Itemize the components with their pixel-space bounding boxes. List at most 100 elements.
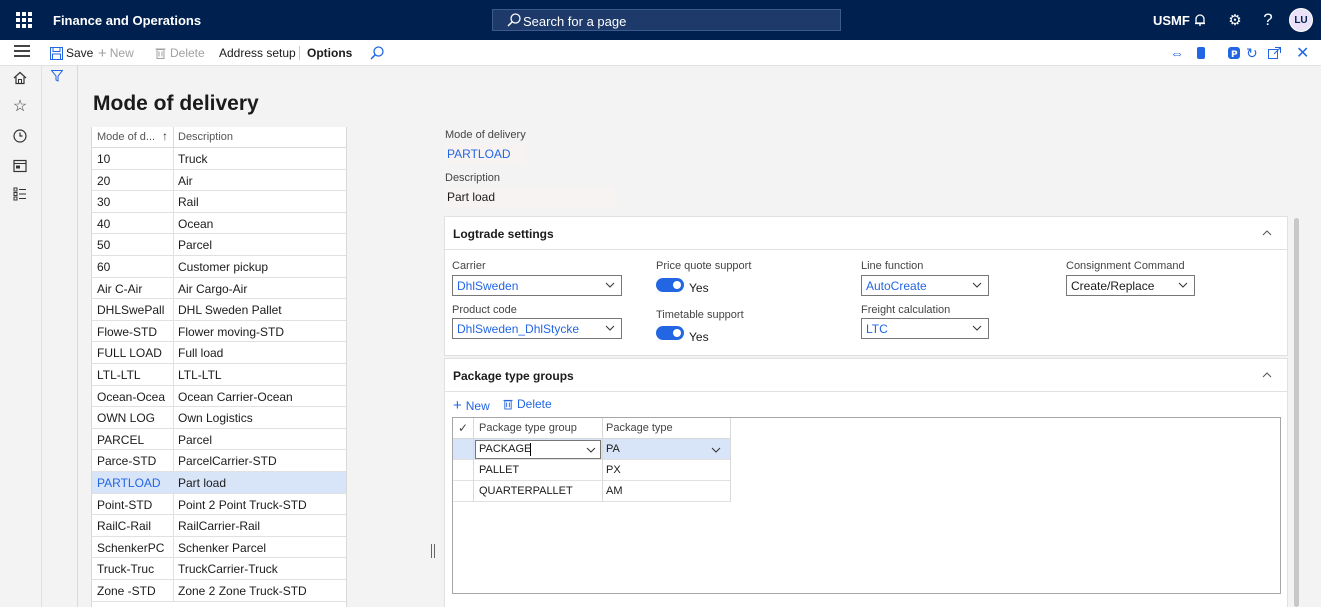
list-row[interactable]: PARCEL Parcel xyxy=(92,428,346,451)
column-divider xyxy=(173,127,174,148)
text-cursor xyxy=(530,443,531,456)
package-type-group-cell: PALLET xyxy=(479,464,520,476)
package-type-group-input[interactable]: PACKAGE xyxy=(475,440,601,459)
row-description: Schenker Parcel xyxy=(178,540,267,555)
freight-calculation-select[interactable]: LTC xyxy=(861,318,989,339)
chevron-down-icon[interactable] xyxy=(586,445,596,455)
row-description: Ocean Carrier-Ocean xyxy=(178,389,293,404)
chevron-down-icon xyxy=(972,325,982,331)
refresh-icon[interactable]: ↻ xyxy=(1246,44,1258,62)
list-row[interactable]: FULL LOAD Full load xyxy=(92,342,346,364)
close-icon[interactable]: ✕ xyxy=(1296,44,1309,62)
column-divider xyxy=(173,493,174,515)
package-type-cell[interactable]: PA xyxy=(606,443,620,455)
company-picker[interactable]: USMF xyxy=(1153,13,1190,28)
list-row[interactable]: 10 Truck xyxy=(92,148,346,170)
select-all-checkmark-icon[interactable]: ✓ xyxy=(458,421,468,435)
row-description: RailCarrier-Rail xyxy=(178,519,261,534)
app-launcher-icon[interactable] xyxy=(14,10,34,30)
carrier-select[interactable]: DhlSweden xyxy=(452,275,622,296)
filter-icon[interactable] xyxy=(51,70,63,82)
row-code: 10 xyxy=(97,152,111,166)
mode-of-delivery-list: Mode of d... ↑ Description 10 Truck 20 Air… xyxy=(91,127,347,607)
list-row[interactable]: Truck-Truc TruckCarrier-Truck xyxy=(92,558,346,580)
list-row[interactable]: Parce-STD ParcelCarrier-STD xyxy=(92,450,346,472)
pane-splitter[interactable] xyxy=(431,544,435,558)
row-description: Air xyxy=(178,173,193,188)
table-row[interactable]: QUARTERPALLET AM xyxy=(453,481,731,502)
office-icon[interactable] xyxy=(1195,44,1207,62)
price-quote-toggle[interactable] xyxy=(656,278,684,292)
app-title[interactable]: Finance and Operations xyxy=(53,13,201,28)
search-box[interactable]: Search for a page xyxy=(492,9,841,31)
table-row-selected[interactable]: PACKAGE PA xyxy=(453,439,731,460)
select-value: AutoCreate xyxy=(866,279,927,293)
description-label: Description xyxy=(445,172,501,184)
list-row[interactable]: SchenkerPC Schenker Parcel xyxy=(92,536,346,559)
workspaces-icon[interactable] xyxy=(10,156,30,176)
list-row[interactable]: 60 Customer pickup xyxy=(92,256,346,278)
list-row[interactable]: Ocean-Ocea Ocean Carrier-Ocean xyxy=(92,385,346,408)
product-code-select[interactable]: DhlSweden_DhlStycke xyxy=(452,318,622,339)
row-description: Point 2 Point Truck-STD xyxy=(178,497,307,512)
gear-icon[interactable]: ⚙ xyxy=(1225,10,1245,30)
list-row[interactable]: Flowe-STD Flower moving-STD xyxy=(92,320,346,343)
recent-icon[interactable] xyxy=(10,126,30,146)
timetable-toggle[interactable] xyxy=(656,326,684,340)
package-delete-button[interactable]: Delete xyxy=(503,397,552,411)
column-header-mode[interactable]: Mode of d... xyxy=(97,131,155,143)
table-row[interactable]: PALLET PX xyxy=(453,460,731,481)
chevron-up-icon[interactable] xyxy=(1261,227,1273,239)
row-code: PARTLOAD xyxy=(97,476,161,490)
row-description: Flower moving-STD xyxy=(178,324,285,339)
hamburger-icon[interactable] xyxy=(14,45,30,59)
mode-of-delivery-value[interactable]: PARTLOAD xyxy=(445,144,525,164)
column-divider xyxy=(173,407,174,428)
favorites-icon[interactable]: ☆ xyxy=(10,96,30,116)
home-icon[interactable] xyxy=(10,68,30,88)
timetable-value: Yes xyxy=(689,330,709,344)
list-row[interactable]: DHLSwePall DHL Sweden Pallet xyxy=(92,299,346,321)
action-search-icon[interactable] xyxy=(370,44,384,62)
help-icon[interactable]: ? xyxy=(1258,10,1278,30)
list-row[interactable]: 40 Ocean xyxy=(92,212,346,235)
column-divider xyxy=(173,342,174,363)
column-header-package-type-group[interactable]: Package type group xyxy=(479,422,577,434)
connect-icon[interactable]: ⇔ xyxy=(1170,44,1184,62)
list-row[interactable]: OWN LOG Own Logistics xyxy=(92,407,346,429)
package-type-groups-header[interactable]: Package type groups xyxy=(445,359,1287,392)
power-apps-icon[interactable]: P xyxy=(1227,44,1241,62)
column-divider xyxy=(173,234,174,255)
list-row[interactable]: Point-STD Point 2 Point Truck-STD xyxy=(92,493,346,516)
logtrade-settings-header[interactable]: Logtrade settings xyxy=(445,217,1287,250)
address-setup-button[interactable]: Address setup xyxy=(219,44,296,62)
modules-icon[interactable] xyxy=(10,184,30,204)
row-code: DHLSwePall xyxy=(97,303,165,318)
chevron-down-icon[interactable] xyxy=(711,445,721,455)
save-button[interactable]: Save xyxy=(50,44,93,62)
list-row[interactable]: 30 Rail xyxy=(92,191,346,213)
list-row[interactable]: 50 Parcel xyxy=(92,234,346,256)
chevron-up-icon[interactable] xyxy=(1261,369,1273,381)
options-button[interactable]: Options xyxy=(307,44,352,62)
row-description: Air Cargo-Air xyxy=(178,281,248,296)
open-new-window-icon[interactable] xyxy=(1268,44,1281,62)
bell-icon[interactable] xyxy=(1190,10,1210,30)
new-button[interactable]: + New xyxy=(98,44,134,62)
list-row[interactable]: 20 Air xyxy=(92,169,346,192)
list-row[interactable]: Air C-Air Air Cargo-Air xyxy=(92,277,346,300)
avatar[interactable]: LU xyxy=(1289,8,1313,32)
list-row-selected[interactable]: PARTLOAD Part load xyxy=(92,472,346,494)
list-row[interactable]: Zone -STD Zone 2 Zone Truck-STD xyxy=(92,580,346,602)
column-header-package-type[interactable]: Package type xyxy=(606,422,673,434)
column-header-description[interactable]: Description xyxy=(178,131,233,143)
list-row[interactable]: LTL-LTL LTL-LTL xyxy=(92,364,346,386)
delete-button[interactable]: Delete xyxy=(155,44,205,62)
line-function-select[interactable]: AutoCreate xyxy=(861,275,989,296)
details-scrollbar[interactable] xyxy=(1294,218,1299,607)
description-field[interactable]: Part load xyxy=(445,187,615,207)
list-row[interactable]: RailC-Rail RailCarrier-Rail xyxy=(92,515,346,537)
navigation-pane: ☆ xyxy=(0,66,42,607)
consignment-command-select[interactable]: Create/Replace xyxy=(1066,275,1195,296)
package-new-button[interactable]: + New xyxy=(453,397,490,414)
